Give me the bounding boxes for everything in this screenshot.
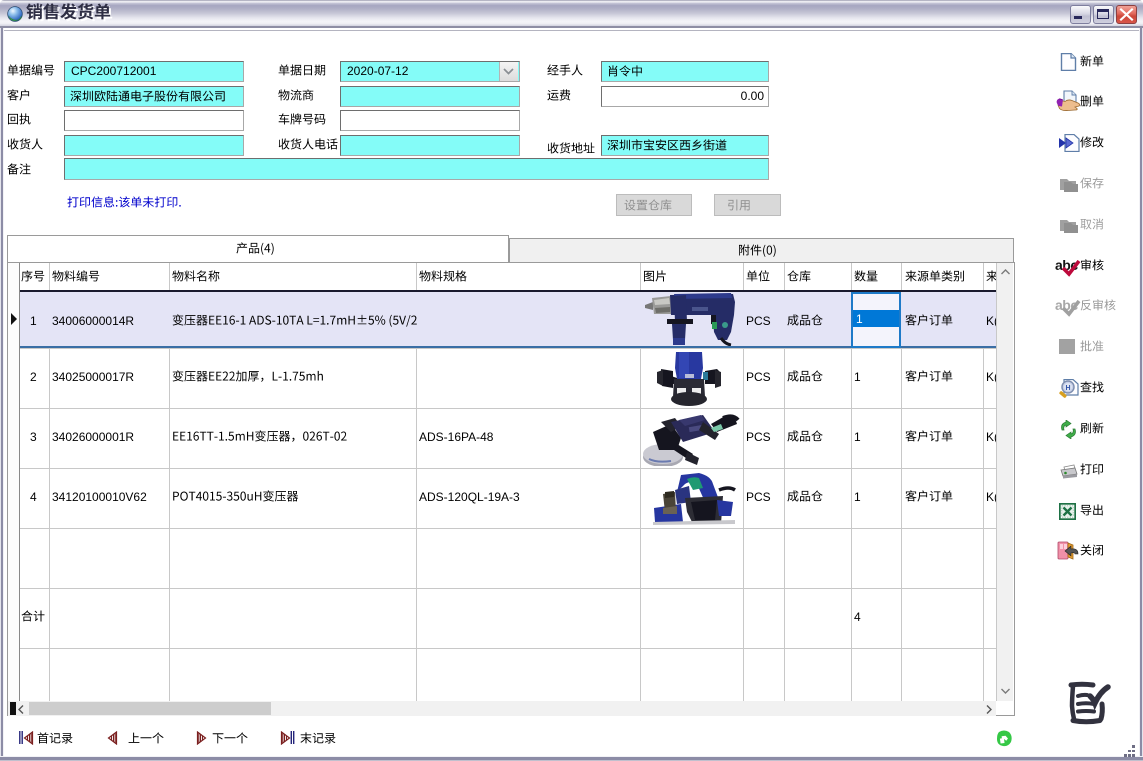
svg-text:H: H bbox=[1065, 385, 1070, 392]
